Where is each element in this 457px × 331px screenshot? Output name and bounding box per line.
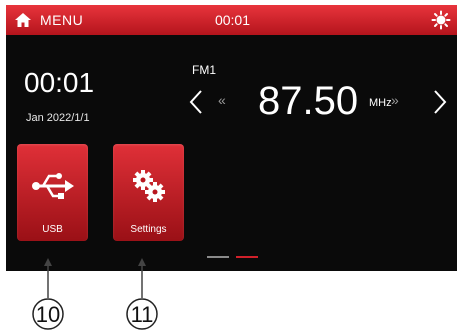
clock-date: Jan 2022/1/1 [26,112,90,124]
callout-number-10: 10 [36,302,60,327]
settings-app-button[interactable]: Settings [113,144,184,241]
callout-circle-11: 11 [126,298,158,330]
page-indicator-1[interactable] [207,256,229,258]
callout-circle-10: 10 [32,298,64,330]
usb-app-label: USB [42,224,63,235]
brightness-icon[interactable] [431,10,451,30]
usb-app-button[interactable]: USB [17,144,88,241]
callout-number-11: 11 [131,302,154,327]
seek-back-icon[interactable]: « [218,92,226,108]
usb-icon [31,173,74,199]
top-bar-time: 00:01 [214,12,251,28]
top-bar: MENU 00:01 [6,5,457,35]
previous-station-icon[interactable] [188,89,204,115]
seek-forward-icon[interactable]: » [391,92,399,108]
head-unit-screen: MENU 00:01 00:01 Jan 2022/1/1 FM1 « 87.5… [6,5,457,271]
next-station-icon[interactable] [432,89,448,115]
gears-icon [132,170,165,202]
settings-app-label: Settings [130,224,167,235]
frequency-unit: MHz [369,97,392,109]
radio-band: FM1 [192,63,216,77]
page-indicator-2[interactable] [236,256,258,258]
radio-frequency: 87.50 [258,79,359,123]
clock-time: 00:01 [24,67,95,98]
